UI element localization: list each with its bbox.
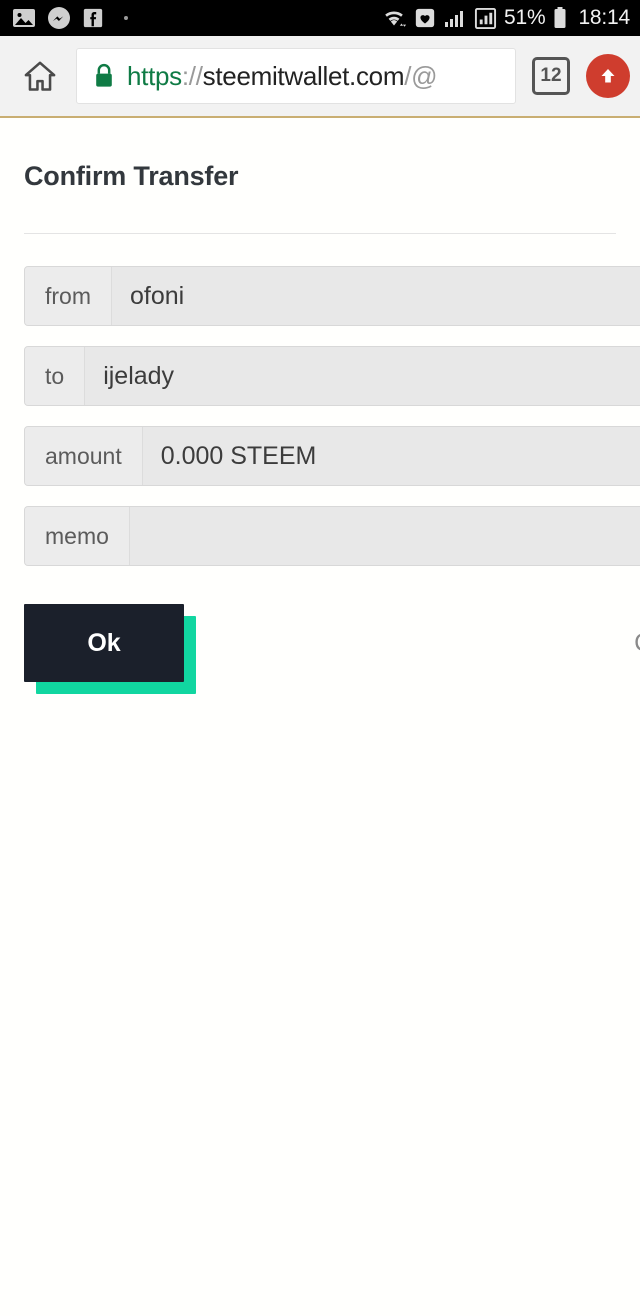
battery-icon <box>554 7 566 28</box>
signal-bars-icon <box>445 11 463 27</box>
home-button[interactable] <box>14 50 66 102</box>
ok-button[interactable]: Ok <box>24 604 184 682</box>
android-status-bar: 51% 18:14 <box>0 0 640 36</box>
field-label-to: to <box>25 347 86 405</box>
url-separator: :// <box>181 60 203 91</box>
url-path: /@ <box>404 60 438 91</box>
field-label-memo: memo <box>25 507 130 565</box>
field-row-to: to ijelady <box>24 346 640 406</box>
facebook-icon <box>83 8 103 28</box>
upload-arrow-icon <box>601 68 615 83</box>
page-content: Confirm Transfer from ofoni to ijelady a… <box>0 118 640 694</box>
browser-toolbar: https://steemitwallet.com/@ 12 <box>0 36 640 118</box>
ok-button-wrapper: Ok <box>24 604 196 694</box>
field-label-from: from <box>25 267 112 325</box>
wifi-icon <box>385 11 407 27</box>
battery-percent-label: 51% <box>504 6 546 29</box>
messenger-icon <box>48 7 70 29</box>
field-value-amount: 0.000 STEEM <box>160 441 317 470</box>
upload-menu-button[interactable] <box>586 54 630 98</box>
action-row: Ok Cancel <box>24 604 640 694</box>
url-host: steemitwallet.com <box>202 60 405 91</box>
field-value-to: ijelady <box>103 361 175 390</box>
page-title: Confirm Transfer <box>24 161 239 191</box>
data-saver-icon <box>415 8 435 28</box>
lock-icon <box>96 63 112 87</box>
field-row-from: from ofoni <box>24 266 640 326</box>
url-bar[interactable]: https://steemitwallet.com/@ <box>76 48 516 104</box>
status-system-icons: 51% 18:14 <box>381 6 630 30</box>
url-text: https://steemitwallet.com/@ <box>127 61 437 92</box>
home-icon <box>24 61 56 91</box>
signal-alt-icon <box>474 7 497 29</box>
field-value-memo <box>130 507 640 565</box>
field-value-from: ofoni <box>130 281 185 310</box>
tab-counter-button[interactable]: 12 <box>532 57 570 95</box>
url-scheme: https <box>127 60 182 91</box>
dot-indicator <box>124 16 128 20</box>
status-clock: 18:14 <box>578 6 630 29</box>
transfer-field-list: from ofoni to ijelady amount 0.000 STEEM… <box>24 234 640 566</box>
status-notification-icons <box>12 6 128 30</box>
field-row-amount: amount 0.000 STEEM <box>24 426 640 486</box>
photo-icon <box>13 9 35 27</box>
field-row-memo: memo <box>24 506 640 566</box>
field-label-amount: amount <box>25 427 143 485</box>
tab-counter-label: 12 <box>540 65 562 86</box>
cancel-link[interactable]: Cancel <box>634 629 640 658</box>
